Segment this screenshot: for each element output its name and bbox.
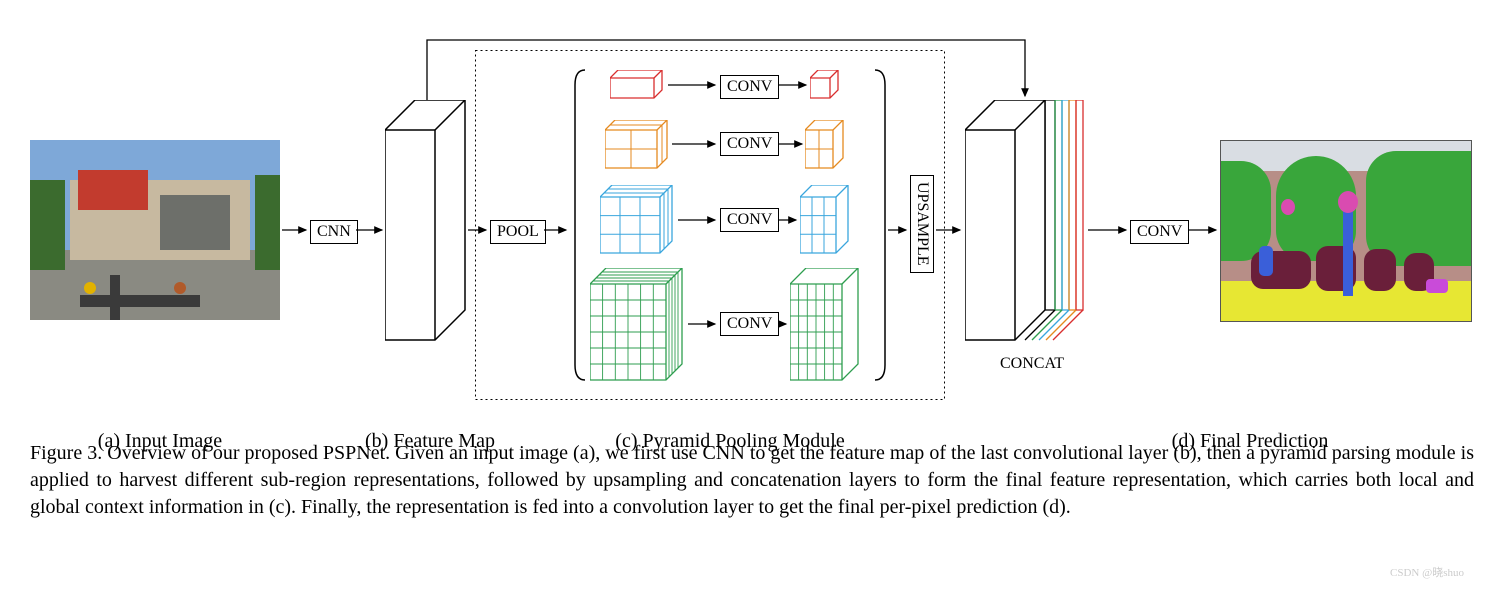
sublabel-a: (a) Input Image (70, 430, 250, 453)
sublabel-b: (b) Feature Map (330, 430, 530, 453)
arrows (30, 20, 1474, 400)
sublabel-c: (c) Pyramid Pooling Module (570, 430, 890, 453)
sublabel-d: (d) Final Prediction (1140, 430, 1360, 453)
pspnet-diagram: CNN POOL CONV (30, 20, 1474, 400)
watermark: CSDN @晓shuo (1390, 564, 1464, 580)
